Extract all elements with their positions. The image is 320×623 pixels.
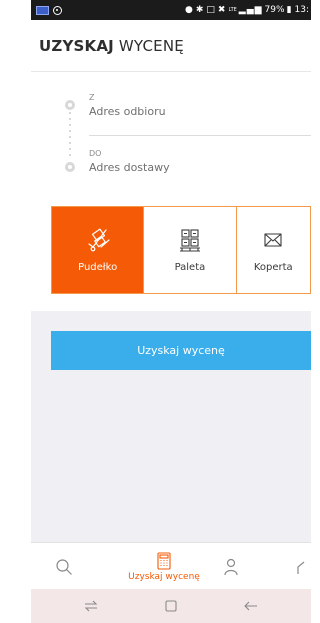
address-section: Z Adres odbioru DO Adres dostawy: [51, 84, 311, 192]
delivery-address-field[interactable]: DO Adres dostawy: [89, 146, 311, 186]
network-type: LTE: [228, 7, 237, 13]
pickup-address-field[interactable]: Z Adres odbioru: [89, 90, 311, 136]
record-icon: [53, 5, 62, 15]
package-type-selector: Pudełko Paleta Koperta: [51, 206, 311, 294]
nav-get-quote-label: Uzyskaj wycenę: [128, 571, 200, 582]
page-title: UZYSKAJ WYCENĘ: [39, 37, 184, 55]
envelope-icon: [264, 233, 282, 247]
partial-nav-icon: [297, 561, 305, 574]
package-type-pallet[interactable]: Paleta: [144, 207, 237, 293]
signal-icon: ▂▄▆: [238, 5, 263, 15]
handtruck-box-icon: [88, 228, 110, 252]
delivery-value: Adres dostawy: [89, 161, 170, 174]
origin-pin-icon: [65, 100, 75, 110]
nav-get-quote[interactable]: Uzyskaj wycenę: [119, 543, 209, 590]
app-header: UZYSKAJ WYCENĘ: [31, 20, 311, 72]
route-dots: [69, 112, 71, 160]
route-indicator: [64, 100, 76, 172]
home-button[interactable]: [156, 596, 186, 616]
search-icon: [56, 558, 72, 575]
user-icon: [224, 558, 238, 575]
page-title-rest: WYCENĘ: [113, 36, 184, 55]
package-type-pallet-label: Paleta: [174, 262, 206, 273]
destination-pin-icon: [65, 162, 75, 172]
clock: 13:: [294, 5, 309, 15]
image-notification-icon: [36, 5, 49, 15]
package-type-box[interactable]: Pudełko: [52, 207, 145, 293]
back-button[interactable]: [236, 596, 266, 616]
status-bar: ● ✱ □ ✖ LTE ▂▄▆ 79% ▮ 13:: [31, 0, 311, 20]
nav-more[interactable]: [297, 543, 311, 590]
package-type-box-label: Pudełko: [78, 262, 118, 273]
home-icon: [165, 600, 177, 612]
package-type-envelope[interactable]: Koperta: [236, 207, 310, 293]
pickup-value: Adres odbioru: [89, 105, 166, 118]
pickup-label: Z: [89, 93, 95, 102]
mute-icon: ✖: [217, 5, 227, 15]
bluetooth-icon: ✱: [195, 5, 205, 15]
system-navigation-bar: [31, 589, 311, 623]
page-title-bold: UZYSKAJ: [39, 36, 114, 55]
nav-search[interactable]: [51, 543, 77, 590]
recent-apps-button[interactable]: [76, 596, 106, 616]
battery-percent: 79%: [264, 5, 285, 15]
nfc-icon: □: [206, 5, 216, 15]
recent-apps-icon: [84, 600, 98, 612]
nav-profile[interactable]: [218, 543, 244, 590]
location-icon: ●: [185, 5, 194, 15]
delivery-label: DO: [89, 149, 102, 158]
back-arrow-icon: [244, 601, 257, 611]
app-screen: ● ✱ □ ✖ LTE ▂▄▆ 79% ▮ 13: UZYSKAJ WYCENĘ…: [0, 0, 311, 623]
battery-icon: ▮: [286, 5, 293, 15]
bottom-navigation: Uzyskaj wycenę: [31, 542, 311, 589]
package-type-envelope-label: Koperta: [253, 262, 293, 273]
calculator-icon: [157, 551, 171, 570]
get-quote-button[interactable]: Uzyskaj wycenę: [51, 331, 311, 370]
pallet-icon: [179, 229, 200, 252]
